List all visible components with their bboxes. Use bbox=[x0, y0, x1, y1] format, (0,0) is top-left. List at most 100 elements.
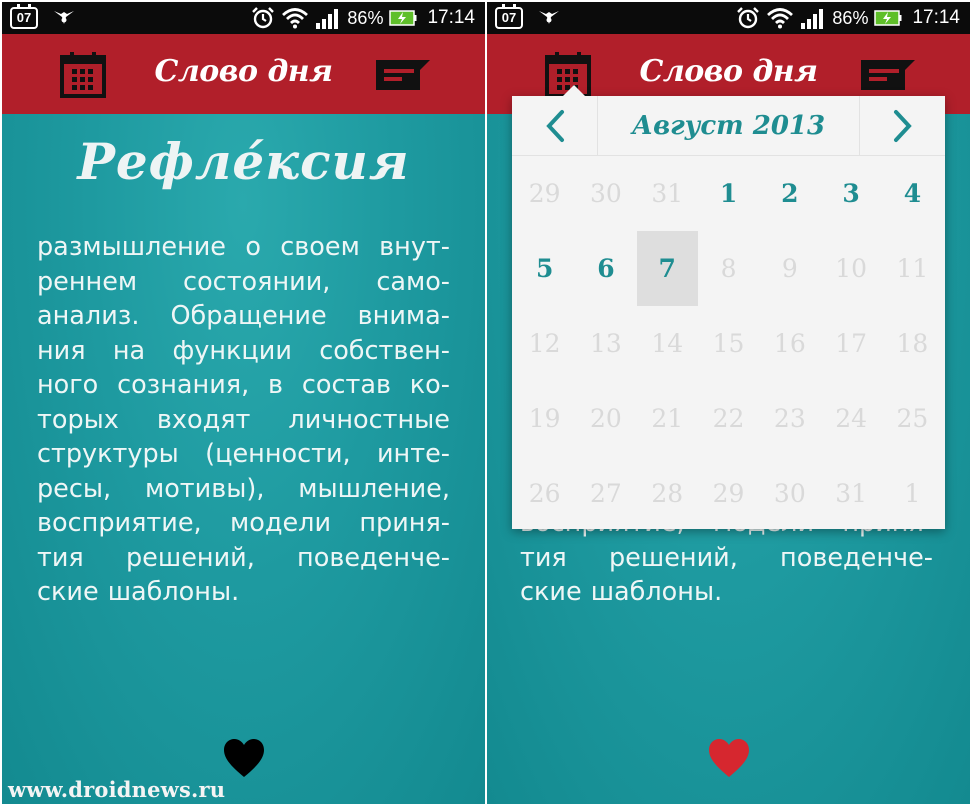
calendar-day[interactable]: 31 bbox=[637, 156, 698, 231]
next-month-button[interactable] bbox=[859, 96, 945, 156]
status-bar: 07 86% 17:14 bbox=[487, 2, 970, 34]
message-icon[interactable] bbox=[374, 56, 432, 94]
calendar-day[interactable]: 11 bbox=[882, 231, 943, 306]
calendar-day[interactable]: 2 bbox=[759, 156, 820, 231]
definition-word: шаблоны. bbox=[590, 577, 723, 607]
calendar-day[interactable]: 15 bbox=[698, 306, 759, 381]
definition-word: ко- bbox=[409, 370, 450, 400]
definition-line: ские шаблоны. bbox=[520, 575, 933, 610]
calendar-day[interactable]: 20 bbox=[575, 381, 636, 456]
watermark: www.droidnews.ru bbox=[8, 777, 226, 802]
status-calendar-day: 07 bbox=[501, 10, 517, 25]
definition-word: входят bbox=[156, 404, 251, 435]
definition-word: тия bbox=[37, 542, 84, 573]
definition-word: функции bbox=[172, 335, 292, 366]
calendar-day[interactable]: 27 bbox=[575, 456, 636, 531]
calendar-header: Август 2013 bbox=[512, 96, 945, 156]
heart-icon[interactable] bbox=[222, 737, 266, 779]
calendar-day[interactable]: 25 bbox=[882, 381, 943, 456]
definition-word: внима- bbox=[357, 301, 450, 331]
calendar-day[interactable]: 18 bbox=[882, 306, 943, 381]
calendar-day[interactable]: 8 bbox=[698, 231, 759, 306]
definition-word: внут- bbox=[379, 232, 450, 262]
message-icon[interactable] bbox=[859, 56, 917, 94]
calendar-day[interactable]: 29 bbox=[514, 156, 575, 231]
calendar-day[interactable]: 13 bbox=[575, 306, 636, 381]
app-bar: Слово дня bbox=[2, 34, 485, 114]
word-definition: размышление освоем внут- реннем состоянии, с… bbox=[37, 230, 450, 610]
calendar-day[interactable]: 31 bbox=[820, 456, 881, 531]
bird-icon bbox=[539, 11, 559, 24]
battery-charging-icon bbox=[389, 10, 417, 26]
definition-word: (ценности, bbox=[205, 439, 351, 469]
definition-word: приня- bbox=[359, 508, 450, 538]
battery-percent: 86% bbox=[832, 7, 869, 28]
definition-word: поведенче- bbox=[297, 542, 450, 573]
word-title: Рефле́ксия bbox=[77, 132, 410, 191]
battery-charging-icon bbox=[874, 10, 902, 26]
signal-icon bbox=[316, 9, 339, 29]
calendar-day[interactable]: 29 bbox=[698, 456, 759, 531]
heart-icon[interactable] bbox=[707, 737, 751, 779]
calendar-day[interactable]: 9 bbox=[759, 231, 820, 306]
phone-screen-calendar: 07 86% 17:14 Слово дня размышлениеосвоем… bbox=[487, 2, 970, 804]
calendar-day[interactable]: 14 bbox=[637, 306, 698, 381]
calendar-day[interactable]: 21 bbox=[637, 381, 698, 456]
wifi-icon bbox=[767, 8, 794, 29]
definition-word: ские bbox=[520, 577, 582, 607]
alarm-icon bbox=[737, 7, 760, 29]
calendar-day[interactable]: 1 bbox=[882, 456, 943, 531]
definition-word: на bbox=[112, 335, 146, 366]
definition-line: ские шаблоны. bbox=[37, 575, 450, 610]
status-time: 17:14 bbox=[912, 7, 960, 28]
calendar-day[interactable]: 17 bbox=[820, 306, 881, 381]
definition-line: восприятие, модели приня- bbox=[37, 506, 450, 541]
calendar-day[interactable]: 16 bbox=[759, 306, 820, 381]
definition-word: состоянии, bbox=[183, 266, 331, 297]
definition-line: торых входят личностные bbox=[37, 403, 450, 438]
definition-line: ресы, мотивы), мышление, bbox=[37, 472, 450, 507]
definition-word: ские bbox=[37, 577, 99, 607]
definition-line: ного сознания, всостав ко- bbox=[37, 368, 450, 403]
definition-line: размышление освоем внут- bbox=[37, 230, 450, 265]
definition-word: само- bbox=[376, 266, 450, 297]
definition-word: в bbox=[268, 370, 284, 400]
calendar-day[interactable]: 3 bbox=[820, 156, 881, 231]
calendar-day[interactable]: 4 bbox=[882, 156, 943, 231]
definition-word: инте- bbox=[376, 439, 450, 469]
calendar-day[interactable]: 23 bbox=[759, 381, 820, 456]
definition-line: анализ. Обращение внима- bbox=[37, 299, 450, 334]
calendar-notification-icon: 07 bbox=[10, 4, 38, 29]
definition-word: поведенче- bbox=[780, 542, 933, 573]
calendar-day[interactable]: 19 bbox=[514, 381, 575, 456]
chevron-left-icon bbox=[545, 110, 564, 142]
status-time: 17:14 bbox=[427, 7, 475, 28]
prev-month-button[interactable] bbox=[512, 96, 598, 156]
definition-word: ного bbox=[37, 370, 99, 400]
definition-word: мотивы), bbox=[144, 473, 265, 504]
definition-line: реннем состоянии, само- bbox=[37, 265, 450, 300]
calendar-day[interactable]: 6 bbox=[575, 231, 636, 306]
calendar-day[interactable]: 24 bbox=[820, 381, 881, 456]
calendar-day[interactable]: 10 bbox=[820, 231, 881, 306]
calendar-day[interactable]: 26 bbox=[514, 456, 575, 531]
definition-word: Обращение bbox=[170, 301, 327, 331]
calendar-popup: Август 2013 29 30 31 1 2 3 4 5 6 7 8 9 10 11 12 13 14 15 1… bbox=[512, 85, 945, 531]
calendar-day[interactable]: 22 bbox=[698, 381, 759, 456]
status-bar: 07 86% 17:14 bbox=[2, 2, 485, 34]
calendar-day[interactable]: 12 bbox=[514, 306, 575, 381]
calendar-day[interactable]: 30 bbox=[759, 456, 820, 531]
calendar-day[interactable]: 28 bbox=[637, 456, 698, 531]
calendar-day[interactable]: 1 bbox=[698, 156, 759, 231]
definition-line: тия решений, поведенче- bbox=[520, 541, 933, 576]
definition-word: решений, bbox=[126, 542, 255, 573]
calendar-day[interactable]: 5 bbox=[514, 231, 575, 306]
definition-word: сознания, bbox=[117, 370, 250, 400]
calendar-notification-icon: 07 bbox=[495, 4, 523, 29]
calendar-day[interactable]: 30 bbox=[575, 156, 636, 231]
calendar-day-selected[interactable]: 7 bbox=[636, 231, 698, 306]
definition-word: личностные bbox=[288, 404, 450, 435]
battery-percent: 86% bbox=[347, 7, 384, 28]
signal-icon bbox=[801, 9, 824, 29]
definition-word: решений, bbox=[609, 542, 738, 573]
